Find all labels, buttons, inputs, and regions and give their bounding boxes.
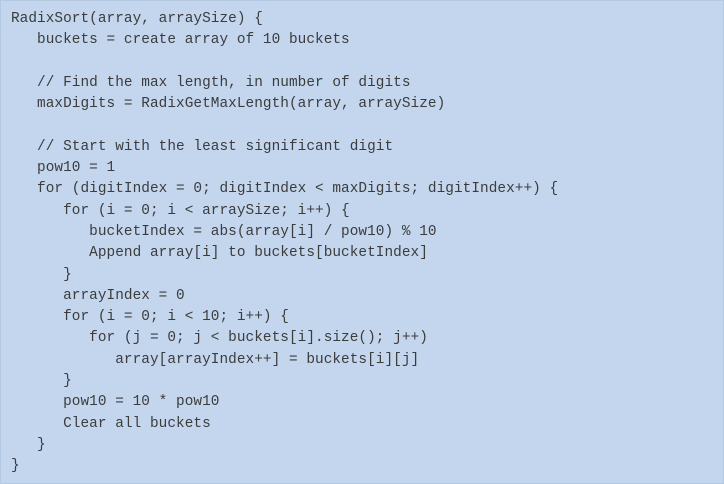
code-line: arrayIndex = 0: [11, 287, 185, 304]
code-line: for (i = 0; i < 10; i++) {: [11, 309, 289, 326]
code-line: pow10 = 10 * pow10: [11, 394, 220, 411]
code-comment-line: // Find the max length, in number of dig…: [11, 74, 411, 91]
code-line: Append array[i] to buckets[bucketIndex]: [11, 245, 428, 262]
code-comment-line: // Start with the least significant digi…: [11, 138, 394, 155]
code-line: }: [11, 266, 72, 283]
code-line: array[arrayIndex++] = buckets[i][j]: [11, 351, 420, 368]
code-line: }: [11, 458, 20, 475]
code-line: for (digitIndex = 0; digitIndex < maxDig…: [11, 181, 559, 198]
code-line: }: [11, 373, 72, 390]
code-line: maxDigits = RadixGetMaxLength(array, arr…: [11, 96, 446, 113]
code-line: }: [11, 436, 46, 453]
code-line: for (i = 0; i < arraySize; i++) {: [11, 202, 350, 219]
code-line: buckets = create array of 10 buckets: [11, 32, 350, 49]
pseudocode-block: RadixSort(array, arraySize) { buckets = …: [11, 9, 558, 478]
code-line: for (j = 0; j < buckets[i].size(); j++): [11, 330, 428, 347]
code-panel: RadixSort(array, arraySize) { buckets = …: [0, 0, 724, 484]
code-line: bucketIndex = abs(array[i] / pow10) % 10: [11, 223, 437, 240]
code-line: Clear all buckets: [11, 415, 211, 432]
code-line: RadixSort(array, arraySize) {: [11, 11, 263, 27]
code-line: pow10 = 1: [11, 160, 116, 177]
